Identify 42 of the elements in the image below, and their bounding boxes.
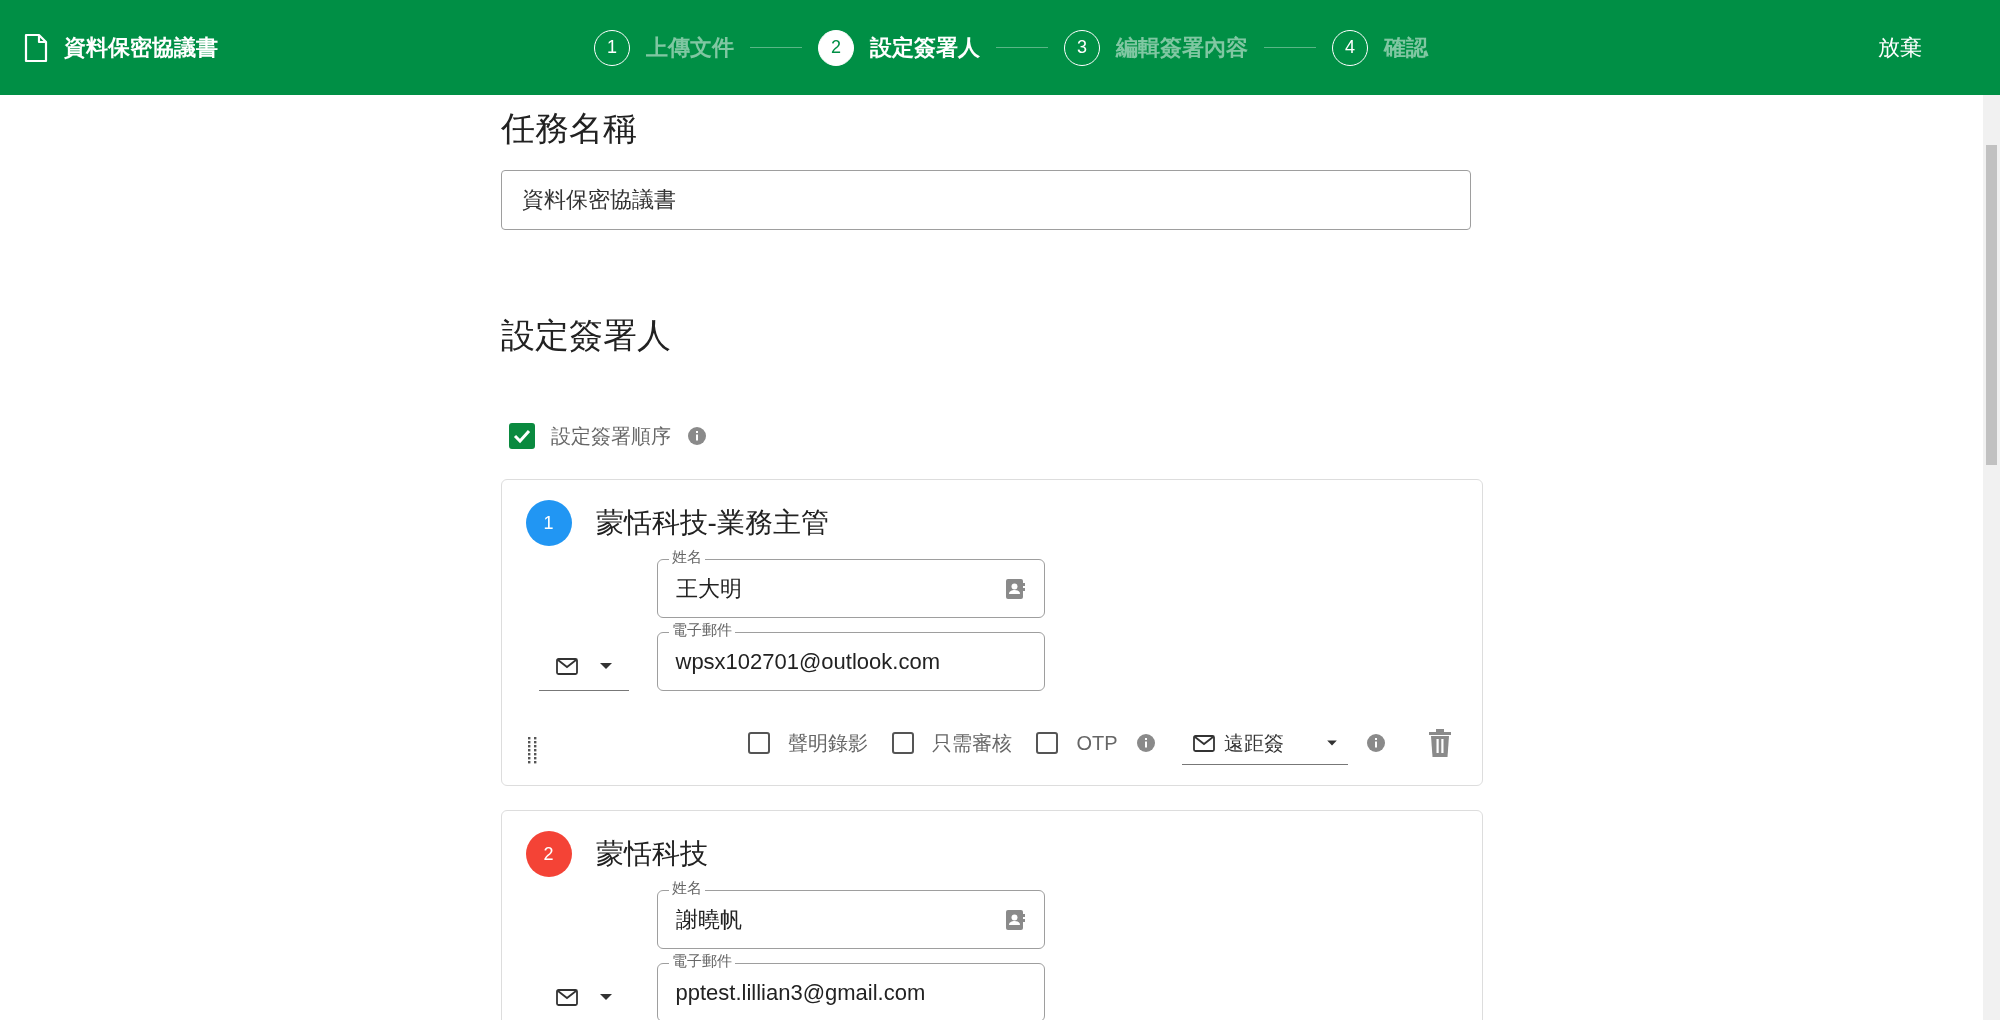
section-heading: 設定簽署人 xyxy=(500,315,672,356)
step-number[interactable]: 2 xyxy=(818,29,854,66)
caret-icon xyxy=(598,991,613,1002)
field-value: 王大明 xyxy=(675,575,743,603)
info-icon[interactable] xyxy=(686,426,707,446)
signer-role: 蒙恬科技 xyxy=(595,837,708,871)
discard-button[interactable]: 放棄 xyxy=(1872,30,1928,65)
info-icon[interactable] xyxy=(1365,733,1386,753)
checkbox[interactable] xyxy=(892,732,915,754)
checkbox[interactable] xyxy=(748,732,771,754)
checkbox[interactable] xyxy=(508,423,535,449)
signer-role: 蒙恬科技-業務主管 xyxy=(595,506,829,540)
contact-book-icon[interactable] xyxy=(1003,577,1026,600)
checkbox-label: 設定簽署順序 xyxy=(550,424,671,449)
drag-handle-icon[interactable] xyxy=(525,737,538,765)
document-title: 資料保密協議書 xyxy=(64,34,218,62)
trash-icon[interactable] xyxy=(1427,729,1452,757)
field-label: 姓名 xyxy=(668,548,705,566)
caret-icon xyxy=(598,660,613,671)
signing-method-select[interactable]: 遠距簽 xyxy=(1181,721,1348,765)
checkbox-label: OTP xyxy=(1076,731,1118,756)
checkbox[interactable] xyxy=(1036,732,1059,754)
field-value: wpsx102701@outlook.com xyxy=(675,648,941,676)
checkbox-label: 只需審核 xyxy=(932,731,1013,756)
section-heading: 任務名稱 xyxy=(500,108,638,149)
info-icon[interactable] xyxy=(1135,733,1156,753)
caret-icon xyxy=(1325,738,1338,747)
checkbox-label: 聲明錄影 xyxy=(788,731,869,756)
order-number: 2 xyxy=(525,831,572,877)
step-label[interactable]: 確認 xyxy=(1384,31,1428,64)
field-label: 電子郵件 xyxy=(668,952,735,970)
step-label[interactable]: 編輯簽署內容 xyxy=(1116,31,1248,64)
field-label: 姓名 xyxy=(668,879,705,897)
field-value: 謝曉帆 xyxy=(675,906,743,934)
contact-book-icon[interactable] xyxy=(1003,908,1026,931)
task-name-field[interactable]: 資料保密協議書 xyxy=(500,170,1471,230)
order-number: 1 xyxy=(525,500,572,546)
field-label: 電子郵件 xyxy=(668,621,735,639)
field-value: pptest.lillian3@gmail.com xyxy=(675,979,927,1007)
document-icon xyxy=(24,32,48,63)
step-label[interactable]: 上傳文件 xyxy=(646,31,734,64)
step-label[interactable]: 設定簽署人 xyxy=(870,31,980,64)
